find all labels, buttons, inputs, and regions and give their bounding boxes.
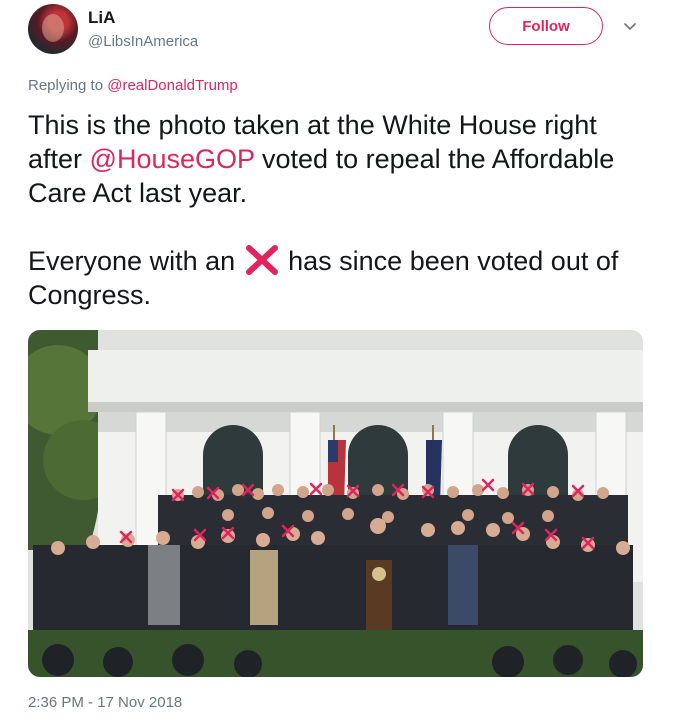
follow-button[interactable]: Follow (489, 7, 603, 45)
tweet-photo[interactable] (28, 330, 643, 677)
reply-mention-link[interactable]: @realDonaldTrump (107, 77, 238, 94)
tweet-text-part: Everyone with an (28, 246, 243, 276)
author-handle[interactable]: @LibsInAmerica (88, 33, 198, 50)
cross-mark-icon (245, 245, 278, 275)
tweet-text: This is the photo taken at the White Hou… (28, 108, 638, 312)
reply-prefix: Replying to (28, 77, 108, 94)
tweet-timestamp[interactable]: 2:36 PM - 17 Nov 2018 (28, 694, 182, 711)
tweet-paragraph-1: This is the photo taken at the White Hou… (28, 108, 638, 210)
tweet-paragraph-2: Everyone with an has since been voted ou… (28, 244, 638, 312)
white-house-photo (28, 330, 643, 677)
author-name[interactable]: LiA (88, 8, 115, 28)
avatar-face (42, 14, 64, 42)
author-avatar[interactable] (28, 4, 78, 54)
housegop-mention-link[interactable]: @HouseGOP (90, 144, 255, 174)
reply-context: Replying to @realDonaldTrump (28, 77, 238, 94)
chevron-down-icon[interactable] (622, 18, 638, 34)
